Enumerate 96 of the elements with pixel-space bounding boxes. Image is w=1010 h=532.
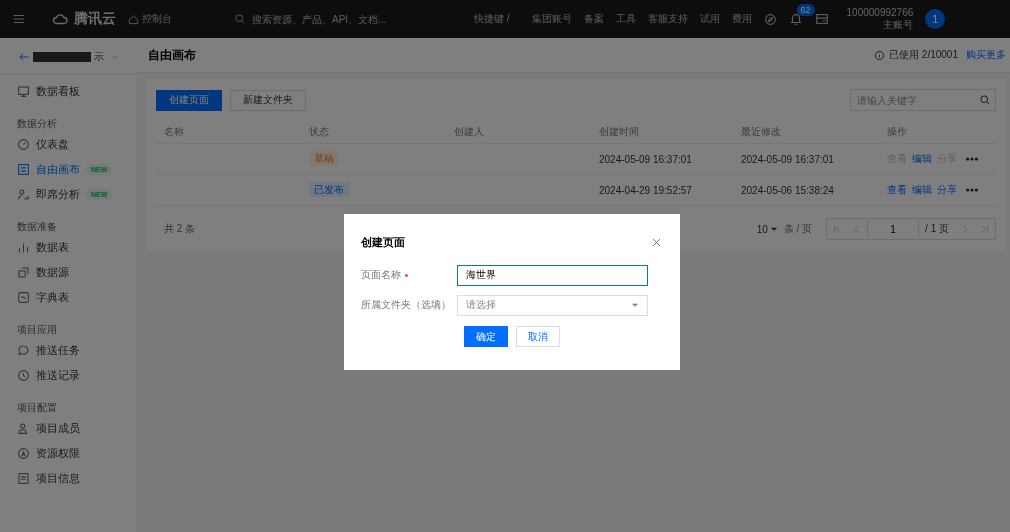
- nav-link[interactable]: 客服支持: [647, 12, 688, 26]
- column-header: 状态: [308, 125, 330, 139]
- chat-bubble-icon: [17, 344, 30, 357]
- buy-more-link[interactable]: 购买更多: [966, 48, 1006, 62]
- sidebar-item[interactable]: 数据看板: [0, 79, 136, 104]
- sidebar-item-label: 数据表: [36, 240, 69, 255]
- project-name[interactable]: 示: [94, 50, 104, 64]
- section-label: 项目配置: [16, 401, 58, 415]
- section-label: 数据准备: [16, 220, 58, 234]
- caret-icon: [769, 225, 778, 233]
- sidebar-item-label: 仪表盘: [36, 137, 69, 152]
- field-label: 页面名称: [361, 268, 401, 282]
- action-link[interactable]: 查看: [887, 183, 907, 197]
- sidebar-item[interactable]: 推送记录: [0, 363, 136, 388]
- status-tag: 草稿: [309, 151, 339, 166]
- sidebar-item[interactable]: 项目信息: [0, 466, 136, 491]
- action-link[interactable]: 编辑: [912, 183, 932, 197]
- redacted-block: [33, 52, 91, 62]
- nav-link[interactable]: 试用: [699, 12, 720, 26]
- section-label: 数据分析: [16, 117, 58, 131]
- close-icon[interactable]: [651, 236, 662, 248]
- nav-link[interactable]: 集团账号: [531, 12, 572, 26]
- page-size-select[interactable]: 10: [756, 223, 778, 235]
- nav-link[interactable]: 费用: [731, 12, 752, 26]
- sidebar-item[interactable]: 仪表盘: [0, 132, 136, 157]
- confirm-button[interactable]: 确定: [463, 326, 508, 347]
- action-link[interactable]: 编辑: [912, 152, 932, 166]
- sidebar-item[interactable]: 资源权限: [0, 441, 136, 466]
- account-role: 主账号: [883, 19, 914, 31]
- person-chart-icon: [17, 188, 30, 201]
- toolbar-button[interactable]: 新建文件夹: [230, 89, 306, 111]
- toolbar-button[interactable]: 创建页面: [156, 89, 222, 111]
- console-link[interactable]: 控制台: [128, 12, 172, 26]
- sidebar-item-label: 资源权限: [36, 446, 80, 461]
- usage-text: 已使用 2/10001: [889, 48, 958, 62]
- sidebar-item-label: 自由画布: [36, 162, 80, 177]
- field-label: 所属文件夹（选填）: [361, 298, 451, 312]
- search-field[interactable]: 搜索资源、产品、API、文档...: [252, 13, 422, 25]
- page-input[interactable]: 1: [867, 220, 920, 238]
- sidebar-item-label: 推送任务: [36, 343, 80, 358]
- home-icon: [128, 13, 139, 25]
- sidebar-item-label: 项目信息: [36, 471, 80, 486]
- person-icon: [17, 422, 30, 435]
- history-icon: [17, 369, 30, 382]
- sidebar-item[interactable]: 数据表: [0, 235, 136, 260]
- notification-badge: 62: [796, 4, 815, 16]
- dialog-title: 创建页面: [361, 234, 405, 250]
- layout-icon: [17, 163, 30, 176]
- sidebar-item-label: 字典表: [36, 290, 69, 305]
- sidebar-item[interactable]: 数据源: [0, 260, 136, 285]
- sidebar-item-label: 推送记录: [36, 368, 80, 383]
- search-icon: [979, 94, 991, 106]
- document-icon: [17, 472, 30, 485]
- table-cell: 2024-05-09 16:37:01: [599, 153, 692, 165]
- avatar[interactable]: 1: [925, 9, 946, 29]
- gauge-icon: [17, 138, 30, 151]
- sidebar-item-label: 即席分析: [36, 187, 80, 202]
- sidebar-item-label: 项目成员: [36, 421, 80, 436]
- column-header: 操作: [886, 125, 908, 139]
- column-header: 名称: [163, 125, 185, 139]
- folder-select[interactable]: 请选择: [457, 294, 648, 316]
- table-cell: 2024-04-29 19:52:57: [599, 184, 692, 196]
- back-arrow-icon[interactable]: [18, 51, 30, 63]
- sidebar-item[interactable]: 项目成员: [0, 416, 136, 441]
- table-cell: 2024-05-06 15:38:24: [741, 184, 834, 196]
- column-header: 最近修改: [740, 125, 782, 139]
- cancel-button[interactable]: 取消: [515, 326, 560, 347]
- account-id[interactable]: 100000992766: [846, 7, 914, 19]
- compass-icon[interactable]: [763, 12, 777, 26]
- per-page-label: 条 / 页: [783, 222, 813, 236]
- info-icon: [874, 49, 886, 61]
- nav-link[interactable]: 备案: [583, 12, 604, 26]
- pager-control[interactable]: 1 / 1 页: [826, 218, 996, 240]
- card-icon[interactable]: [814, 12, 829, 26]
- menu-icon[interactable]: [12, 12, 26, 26]
- table-cell: 2024-05-09 16:37:01: [741, 153, 834, 165]
- total-count: 共 2 条: [164, 222, 196, 236]
- shortcut-hint: 快捷键 /: [474, 12, 510, 26]
- bar-chart-icon: [17, 241, 30, 254]
- bell-icon[interactable]: [788, 12, 803, 26]
- section-label: 项目应用: [16, 323, 58, 337]
- sidebar-item[interactable]: 字典表: [0, 285, 136, 310]
- action-link[interactable]: 分享: [937, 183, 957, 197]
- logo[interactable]: 腾讯云: [50, 10, 116, 28]
- status-tag: 已发布: [309, 182, 349, 197]
- input-field[interactable]: 海世界: [457, 264, 648, 286]
- sidebar-item-label: 数据源: [36, 265, 69, 280]
- sidebar-item-label: 数据看板: [36, 84, 80, 99]
- caret-icon: [631, 301, 639, 309]
- page-total: / 1 页: [924, 222, 950, 236]
- page-title: 自由画布: [148, 46, 196, 64]
- sidebar-item[interactable]: 推送任务: [0, 338, 136, 363]
- cloud-icon: [50, 11, 70, 27]
- monitor-icon: [17, 85, 30, 98]
- caret-icon[interactable]: [111, 53, 119, 61]
- search-icon: [234, 13, 246, 25]
